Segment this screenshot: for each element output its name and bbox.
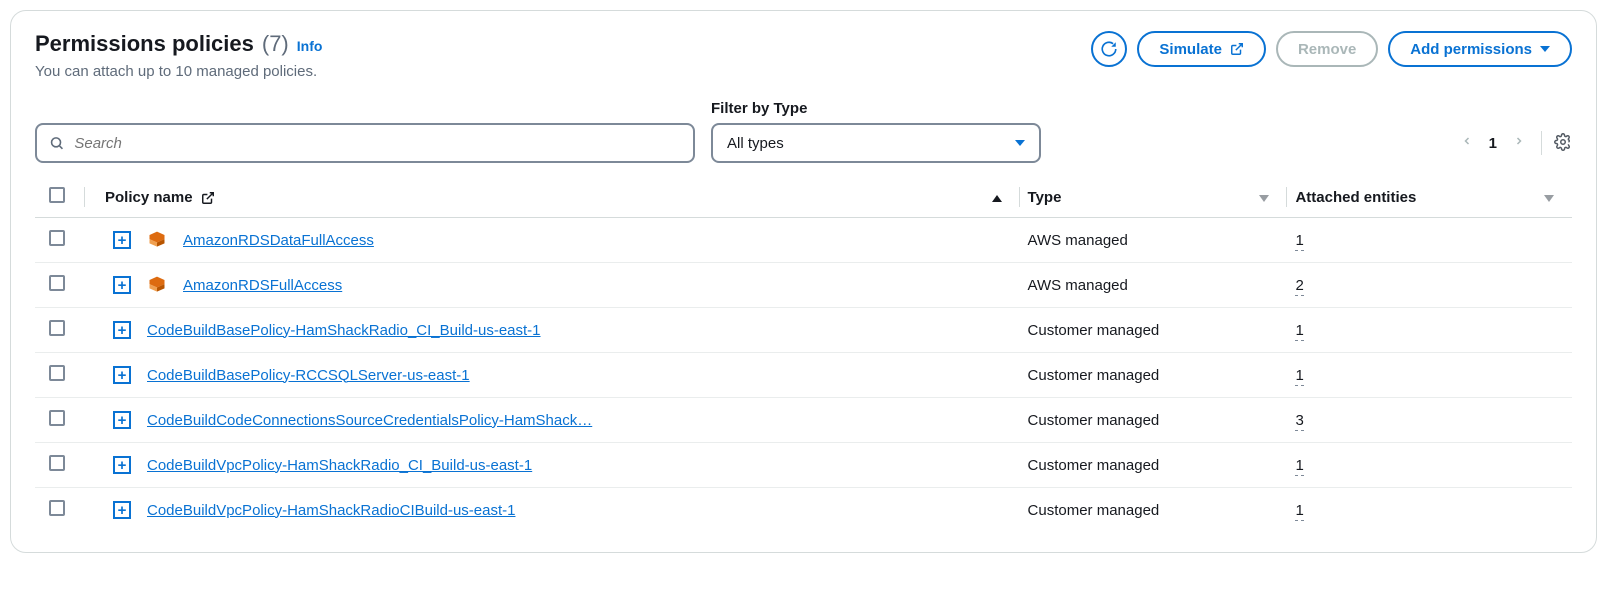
policy-type: Customer managed bbox=[1028, 412, 1160, 429]
policy-link[interactable]: CodeBuildVpcPolicy-HamShackRadio_CI_Buil… bbox=[147, 457, 532, 474]
expand-button[interactable]: + bbox=[113, 321, 131, 339]
policy-link[interactable]: AmazonRDSFullAccess bbox=[183, 277, 342, 294]
subtitle: You can attach up to 10 managed policies… bbox=[35, 63, 322, 80]
search-icon bbox=[49, 135, 64, 151]
table-row: + CodeBuildVpcPolicy-HamShackRadio_CI_Bui… bbox=[35, 443, 1572, 488]
entities-link[interactable]: 1 bbox=[1295, 502, 1303, 521]
entities-link[interactable]: 1 bbox=[1295, 457, 1303, 476]
filter-type-select[interactable]: All types bbox=[711, 123, 1041, 163]
select-all-checkbox[interactable] bbox=[49, 187, 65, 203]
policy-count: (7) bbox=[262, 31, 289, 57]
aws-policy-icon bbox=[147, 275, 167, 295]
prev-page-button[interactable] bbox=[1457, 128, 1477, 159]
expand-button[interactable]: + bbox=[113, 366, 131, 384]
expand-button[interactable]: + bbox=[113, 411, 131, 429]
policy-link[interactable]: AmazonRDSDataFullAccess bbox=[183, 232, 374, 249]
entities-link[interactable]: 2 bbox=[1295, 277, 1303, 296]
sort-icon bbox=[1259, 195, 1269, 202]
info-link[interactable]: Info bbox=[297, 38, 323, 54]
table-row: + CodeBuildVpcPolicy-HamShackRadioCIBuild… bbox=[35, 488, 1572, 533]
entities-link[interactable]: 3 bbox=[1295, 412, 1303, 431]
entities-link[interactable]: 1 bbox=[1295, 367, 1303, 386]
policy-link[interactable]: CodeBuildCodeConnectionsSourceCredential… bbox=[147, 412, 592, 429]
permissions-panel: Permissions policies (7) Info You can at… bbox=[10, 10, 1597, 553]
table-row: + AmazonRDSFullAccess AWS managed 2 bbox=[35, 263, 1572, 308]
entities-link[interactable]: 1 bbox=[1295, 322, 1303, 341]
expand-button[interactable]: + bbox=[113, 456, 131, 474]
row-checkbox[interactable] bbox=[49, 410, 65, 426]
search-input-wrapper[interactable] bbox=[35, 123, 695, 163]
column-type[interactable]: Type bbox=[1028, 189, 1062, 206]
table-row: + CodeBuildBasePolicy-HamShackRadio_CI_Bu… bbox=[35, 308, 1572, 353]
policy-link[interactable]: CodeBuildBasePolicy-RCCSQLServer-us-east… bbox=[147, 367, 470, 384]
policy-type: Customer managed bbox=[1028, 502, 1160, 519]
chevron-down-icon bbox=[1540, 46, 1550, 52]
entities-link[interactable]: 1 bbox=[1295, 232, 1303, 251]
filter-label: Filter by Type bbox=[711, 100, 1041, 117]
policy-link[interactable]: CodeBuildBasePolicy-HamShackRadio_CI_Bui… bbox=[147, 322, 541, 339]
policy-type: Customer managed bbox=[1028, 367, 1160, 384]
row-checkbox[interactable] bbox=[49, 500, 65, 516]
expand-button[interactable]: + bbox=[113, 231, 131, 249]
table-row: + CodeBuildBasePolicy-RCCSQLServer-us-eas… bbox=[35, 353, 1572, 398]
row-checkbox[interactable] bbox=[49, 230, 65, 246]
aws-policy-icon bbox=[147, 230, 167, 250]
row-checkbox[interactable] bbox=[49, 320, 65, 336]
table-row: + CodeBuildCodeConnectionsSourceCredentia… bbox=[35, 398, 1572, 443]
simulate-button[interactable]: Simulate bbox=[1137, 31, 1266, 67]
chevron-down-icon bbox=[1015, 140, 1025, 146]
search-input[interactable] bbox=[74, 135, 681, 152]
row-checkbox[interactable] bbox=[49, 365, 65, 381]
policy-link[interactable]: CodeBuildVpcPolicy-HamShackRadioCIBuild-… bbox=[147, 502, 516, 519]
column-entities[interactable]: Attached entities bbox=[1295, 189, 1416, 206]
page-title: Permissions policies bbox=[35, 31, 254, 57]
remove-button[interactable]: Remove bbox=[1276, 31, 1378, 67]
gear-icon bbox=[1554, 133, 1572, 151]
external-link-icon bbox=[201, 191, 215, 205]
policy-type: AWS managed bbox=[1028, 277, 1128, 294]
column-policy-name[interactable]: Policy name bbox=[105, 189, 193, 206]
add-permissions-button[interactable]: Add permissions bbox=[1388, 31, 1572, 67]
policy-type: Customer managed bbox=[1028, 322, 1160, 339]
row-checkbox[interactable] bbox=[49, 275, 65, 291]
policy-type: Customer managed bbox=[1028, 457, 1160, 474]
page-number: 1 bbox=[1489, 135, 1497, 152]
expand-button[interactable]: + bbox=[113, 501, 131, 519]
expand-button[interactable]: + bbox=[113, 276, 131, 294]
refresh-icon bbox=[1100, 40, 1118, 58]
table-row: + AmazonRDSDataFullAccess AWS managed 1 bbox=[35, 218, 1572, 263]
sort-icon bbox=[1544, 195, 1554, 202]
refresh-button[interactable] bbox=[1091, 31, 1127, 67]
row-checkbox[interactable] bbox=[49, 455, 65, 471]
policy-type: AWS managed bbox=[1028, 232, 1128, 249]
external-link-icon bbox=[1230, 42, 1244, 56]
next-page-button[interactable] bbox=[1509, 128, 1529, 159]
settings-button[interactable] bbox=[1554, 133, 1572, 154]
sort-asc-icon bbox=[992, 195, 1002, 202]
